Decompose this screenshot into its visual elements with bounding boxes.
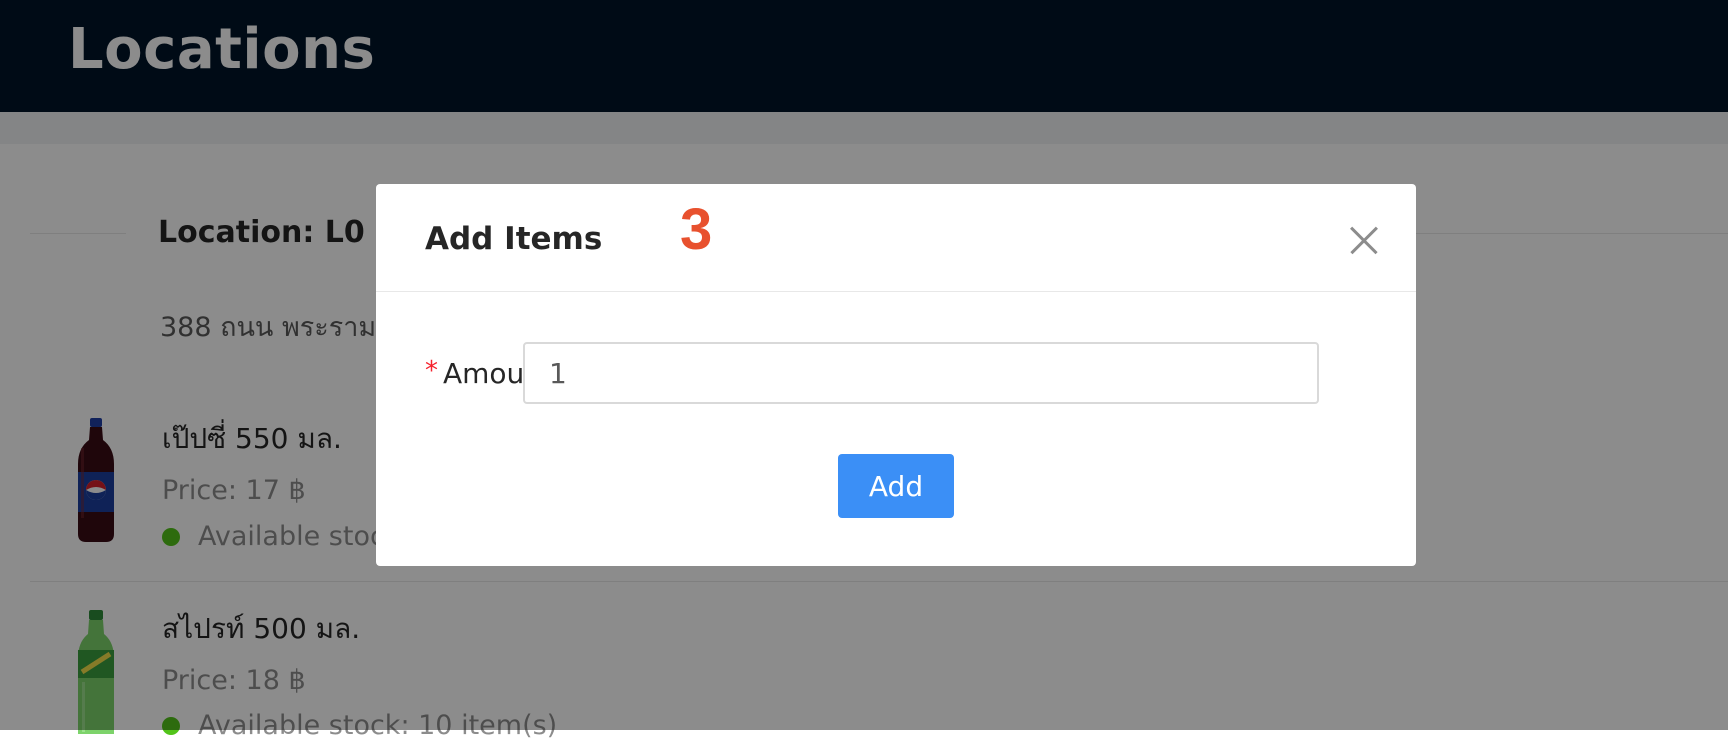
modal-header: Add Items 3 — [376, 184, 1416, 292]
modal-title: Add Items — [425, 221, 603, 257]
amount-input[interactable] — [523, 342, 1319, 404]
add-button[interactable]: Add — [838, 454, 954, 518]
step-number-badge: 3 — [680, 197, 713, 262]
required-mark: * — [425, 356, 438, 386]
close-icon[interactable] — [1344, 220, 1384, 260]
